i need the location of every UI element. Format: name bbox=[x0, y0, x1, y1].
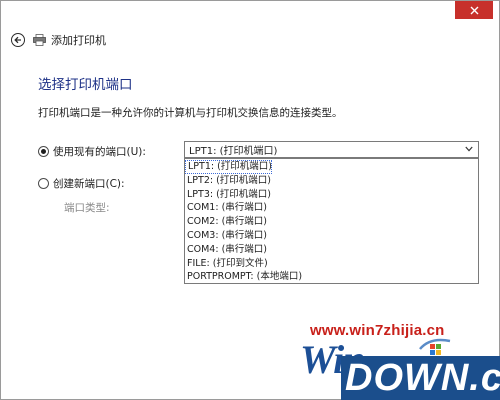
watermark-down-banner: DOWN.cc bbox=[341, 356, 500, 400]
create-new-port-option[interactable]: 创建新端口(C): bbox=[38, 176, 125, 191]
title-bar bbox=[1, 1, 499, 21]
page-heading: 选择打印机端口 bbox=[38, 77, 133, 93]
port-dropdown-list: LPT1: (打印机端口) LPT2: (打印机端口) LPT3: (打印机端口… bbox=[184, 158, 479, 284]
back-arrow-icon bbox=[14, 36, 21, 44]
close-button[interactable] bbox=[455, 1, 493, 19]
port-option[interactable]: LPT3: (打印机端口) bbox=[185, 188, 478, 202]
create-new-port-radio[interactable] bbox=[38, 178, 49, 189]
port-option[interactable]: LPT2: (打印机端口) bbox=[185, 174, 478, 188]
port-option[interactable]: COM2: (串行端口) bbox=[185, 215, 478, 229]
use-existing-port-option[interactable]: 使用现有的端口(U): bbox=[38, 144, 146, 159]
printer-icon bbox=[33, 34, 46, 46]
port-option[interactable]: COM1: (串行端口) bbox=[185, 201, 478, 215]
port-option[interactable]: COM3: (串行端口) bbox=[185, 229, 478, 243]
page-description: 打印机端口是一种允许你的计算机与打印机交换信息的连接类型。 bbox=[38, 107, 343, 119]
port-type-label: 端口类型: bbox=[64, 202, 110, 214]
port-option[interactable]: PORTPROMPT: (本地端口) bbox=[185, 270, 478, 284]
use-existing-port-label: 使用现有的端口(U): bbox=[53, 146, 146, 158]
use-existing-port-radio[interactable] bbox=[38, 146, 49, 157]
nav-title: 添加打印机 bbox=[51, 34, 106, 47]
port-option[interactable]: LPT1: (打印机端口) bbox=[185, 160, 272, 174]
port-option[interactable]: COM4: (串行端口) bbox=[185, 243, 478, 257]
back-button[interactable] bbox=[11, 33, 25, 47]
port-option[interactable]: FILE: (打印到文件) bbox=[185, 257, 478, 271]
existing-port-selected-value: LPT1: (打印机端口) bbox=[189, 146, 278, 157]
existing-port-select[interactable]: LPT1: (打印机端口) bbox=[184, 141, 479, 158]
navigation-bar: 添加打印机 bbox=[1, 25, 499, 55]
close-icon bbox=[470, 6, 478, 14]
chevron-down-icon bbox=[465, 146, 473, 152]
create-new-port-label: 创建新端口(C): bbox=[53, 178, 125, 190]
windows-logo-icon bbox=[419, 338, 451, 355]
